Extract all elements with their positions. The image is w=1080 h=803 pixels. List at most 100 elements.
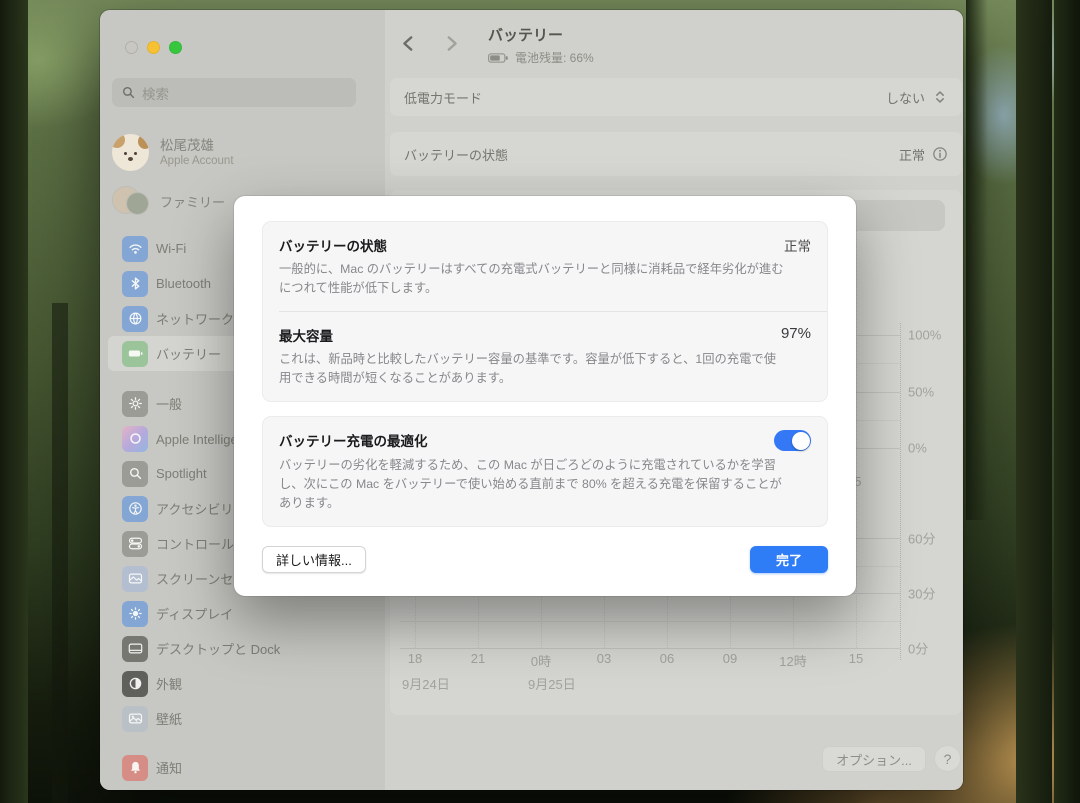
y-tick-label: 0% — [908, 441, 960, 456]
avatar — [112, 134, 149, 171]
sidebar-item-label: 一般 — [156, 394, 182, 413]
minimize-button[interactable] — [147, 41, 160, 54]
account-name: 松尾茂雄 — [160, 137, 234, 155]
sidebar-item-appearance[interactable]: 外観 — [108, 666, 377, 701]
optimized-charging-card: バッテリー充電の最適化 バッテリーの劣化を軽減するため、この Mac が日ごろど… — [262, 416, 828, 527]
accessibility-icon — [122, 496, 148, 522]
max-capacity-section: 最大容量 97% これは、新品時と比較したバッテリー容量の基準です。容量が低下す… — [263, 312, 827, 401]
wifi-icon — [122, 236, 148, 262]
bluetooth-icon — [122, 271, 148, 297]
traffic-lights — [125, 41, 182, 54]
network-icon — [122, 306, 148, 332]
sidebar-item-label: デスクトップと Dock — [156, 639, 280, 658]
sidebar-item-label: ネットワーク — [156, 309, 234, 328]
account-subtitle: Apple Account — [160, 155, 234, 167]
battery-level-icon — [488, 52, 509, 64]
x-tick-label: 21 — [458, 651, 498, 666]
tree-trunk — [1016, 0, 1052, 803]
low-power-mode-row[interactable]: 低電力モード しない — [390, 78, 962, 116]
section-description: 一般的に、Mac のバッテリーはすべての充電式バッテリーと同様に消耗品で経年劣化… — [279, 260, 784, 298]
sidebar-item-label: 壁紙 — [156, 709, 182, 728]
row-value: 正常 — [899, 145, 925, 164]
desktop-dock-icon — [122, 636, 148, 662]
y-tick-label: 100% — [908, 328, 960, 343]
tree-trunk — [52, 303, 68, 803]
tree-trunk — [1054, 0, 1080, 803]
sidebar-item-label: 外観 — [156, 674, 182, 693]
sidebar-item-label: ディスプレイ — [156, 604, 233, 623]
search-input[interactable]: 検索 — [112, 78, 356, 107]
back-button[interactable] — [399, 34, 418, 53]
tree-trunk — [966, 0, 988, 520]
sidebar-item-wallpaper[interactable]: 壁紙 — [108, 701, 377, 736]
wallpaper-icon — [122, 706, 148, 732]
apple-intelligence-icon — [122, 426, 148, 452]
x-tick-label: 12時 — [773, 651, 813, 670]
y-tick-label: 60分 — [908, 529, 960, 548]
battery-health-dialog: バッテリーの状態 正常 一般的に、Mac のバッテリーはすべての充電式バッテリー… — [234, 196, 856, 596]
gridline — [856, 204, 857, 648]
section-title: 最大容量 — [279, 325, 333, 345]
gridline — [400, 648, 900, 649]
forward-button[interactable] — [442, 34, 461, 53]
display-icon — [122, 601, 148, 627]
help-button[interactable]: ? — [934, 745, 961, 772]
control-center-icon — [122, 531, 148, 557]
section-description: これは、新品時と比較したバッテリー容量の基準です。容量が低下すると、1回の充電で… — [279, 350, 784, 388]
date-label: 9月24日 — [402, 674, 450, 693]
family-avatars — [112, 185, 149, 217]
info-icon[interactable] — [932, 146, 948, 162]
zoom-button[interactable] — [169, 41, 182, 54]
family-label: ファミリー — [160, 192, 225, 211]
x-tick-label: 03 — [584, 651, 624, 666]
row-label: バッテリーの状態 — [404, 145, 508, 164]
sidebar-group-notifications: 通知 — [108, 750, 377, 785]
y-tick-label: 30分 — [908, 584, 960, 603]
screen-saver-icon — [122, 566, 148, 592]
x-tick-label: 18 — [395, 651, 435, 666]
x-tick-label: 0時 — [521, 651, 561, 670]
toggle-knob — [792, 432, 810, 450]
x-tick-label: 09 — [710, 651, 750, 666]
tree-trunk — [0, 0, 28, 803]
more-info-button[interactable]: 詳しい情報... — [262, 546, 366, 573]
page-title: バッテリー — [488, 24, 594, 45]
health-capacity-card: バッテリーの状態 正常 一般的に、Mac のバッテリーはすべての充電式バッテリー… — [262, 221, 828, 402]
gridline — [400, 621, 900, 622]
close-button[interactable] — [125, 41, 138, 54]
sidebar-item-label: Bluetooth — [156, 276, 211, 291]
done-button[interactable]: 完了 — [750, 546, 828, 573]
sidebar-item-desktop-dock[interactable]: デスクトップと Dock — [108, 631, 377, 666]
section-description: バッテリーの劣化を軽減するため、この Mac が日ごろどのように充電されているか… — [279, 456, 784, 513]
sidebar-item-label: Spotlight — [156, 466, 207, 481]
stepper-icon[interactable] — [932, 89, 948, 105]
sidebar-item-label: バッテリー — [156, 344, 221, 363]
search-icon — [121, 85, 136, 100]
row-value: しない — [886, 88, 925, 107]
search-placeholder: 検索 — [142, 83, 169, 103]
sidebar-item-apple-account[interactable]: 松尾茂雄 Apple Account — [112, 129, 374, 175]
options-button[interactable]: オプション... — [822, 746, 926, 772]
sidebar-item-label: Wi-Fi — [156, 241, 186, 256]
battery-health-section: バッテリーの状態 正常 一般的に、Mac のバッテリーはすべての充電式バッテリー… — [263, 222, 827, 311]
sidebar-item-notifications[interactable]: 通知 — [108, 750, 377, 785]
date-label: 9月25日 — [528, 674, 576, 693]
spotlight-icon — [122, 461, 148, 487]
chart-axis-line — [900, 323, 901, 660]
general-icon — [122, 391, 148, 417]
row-label: 低電力モード — [404, 88, 482, 107]
y-tick-label: 0分 — [908, 639, 960, 658]
section-title: バッテリーの状態 — [279, 235, 387, 255]
battery-icon — [122, 341, 148, 367]
battery-health-value: 正常 — [784, 235, 811, 255]
section-title: バッテリー充電の最適化 — [279, 430, 428, 450]
battery-health-row[interactable]: バッテリーの状態 正常 — [390, 132, 962, 176]
sidebar-item-display[interactable]: ディスプレイ — [108, 596, 377, 631]
optimized-charging-toggle[interactable] — [774, 430, 811, 451]
notifications-icon — [122, 755, 148, 781]
x-tick-label: 15 — [836, 651, 876, 666]
optimized-charging-section: バッテリー充電の最適化 バッテリーの劣化を軽減するため、この Mac が日ごろど… — [263, 417, 827, 526]
screen: 検索 松尾茂雄 Apple Account ファミリー Wi-Fi Bluetoo… — [0, 0, 1080, 803]
max-capacity-value: 97% — [781, 325, 811, 342]
battery-status-text: 電池残量: 66% — [515, 49, 594, 66]
